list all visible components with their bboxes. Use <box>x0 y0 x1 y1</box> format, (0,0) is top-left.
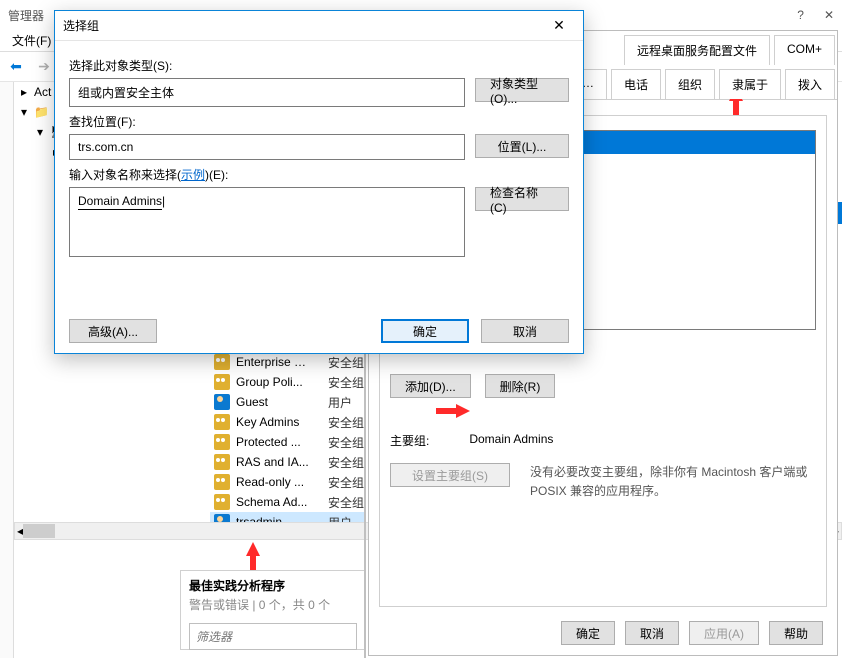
set-primary-group-label: 设置主要组(S) <box>412 467 488 484</box>
tab[interactable]: COM+ <box>774 35 835 65</box>
list-item[interactable]: Key Admins 安全组 <box>210 412 366 432</box>
scroll-thumb[interactable] <box>23 524 55 538</box>
list-item-name: Group Poli... <box>236 375 322 389</box>
primary-group-label: 主要组: <box>390 432 429 449</box>
ok-button[interactable]: 确定 <box>561 621 615 645</box>
dialog-titlebar: 选择组 ✕ <box>55 11 583 41</box>
list-item-name: Read-only ... <box>236 475 322 489</box>
ok-button[interactable]: 确定 <box>381 319 469 343</box>
list-item-name: Guest <box>236 395 322 409</box>
list-item[interactable]: Guest 用户 <box>210 392 366 412</box>
list-item[interactable]: Group Poli... 安全组 <box>210 372 366 392</box>
user-icon <box>214 394 230 410</box>
list-item-name: Schema Ad... <box>236 495 322 509</box>
list-item[interactable]: Read-only ... 安全组 <box>210 472 366 492</box>
bp-filter-input[interactable]: 筛选器 <box>189 623 357 650</box>
bp-subtitle: 警告或错误 | 0 个，共 0 个 <box>181 596 365 619</box>
primary-group-help: 没有必要改变主要组，除非你有 Macintosh 客户端或 POSIX 兼容的应… <box>530 463 816 501</box>
help-icon[interactable]: ? <box>797 8 804 22</box>
list-item-name: RAS and IA... <box>236 455 322 469</box>
nav-forward-icon[interactable]: ➔ <box>32 56 56 78</box>
locations-button[interactable]: 位置(L)... <box>475 134 569 158</box>
dialog-title: 选择组 <box>63 17 99 34</box>
list-item[interactable]: Protected ... 安全组 <box>210 432 366 452</box>
group-icon <box>214 374 230 390</box>
list-item[interactable]: Enterprise … 安全组 <box>210 352 366 372</box>
tab[interactable]: 远程桌面服务配置文件 <box>624 35 770 65</box>
help-button[interactable]: 帮助 <box>769 621 823 645</box>
group-icon <box>214 494 230 510</box>
list-item-type: 安全组 <box>328 414 364 431</box>
prop-buttons: 确定 取消 应用(A) 帮助 <box>369 621 837 645</box>
list-item-type: 安全组 <box>328 494 364 511</box>
arrow-annotation-icon <box>246 542 260 556</box>
names-label: 输入对象名称来选择(示例)(E): <box>69 166 569 183</box>
advanced-button[interactable]: 高级(A)... <box>69 319 157 343</box>
tab[interactable]: 拨入 <box>785 69 835 99</box>
caret-icon[interactable]: ▾ <box>18 105 30 119</box>
list-item-type: 安全组 <box>328 374 364 391</box>
remove-button[interactable]: 删除(R) <box>485 374 556 398</box>
caret-icon[interactable]: ▸ <box>18 85 30 99</box>
set-primary-group-button: 设置主要组(S) <box>390 463 510 487</box>
location-field: trs.com.cn <box>69 134 465 160</box>
cancel-button[interactable]: 取消 <box>481 319 569 343</box>
title-controls: ? ✕ <box>797 8 834 22</box>
add-button-label: 添加(D)... <box>405 378 456 395</box>
bp-title: 最佳实践分析程序 <box>181 571 365 596</box>
add-button[interactable]: 添加(D)... <box>390 374 471 398</box>
left-gutter <box>0 82 14 658</box>
select-group-dialog: 选择组 ✕ 选择此对象类型(S): 组或内置安全主体 对象类型(O)... 查找… <box>54 10 584 354</box>
remove-button-label: 删除(R) <box>500 378 541 395</box>
caret-icon[interactable]: ▾ <box>34 125 46 139</box>
close-icon[interactable]: ✕ <box>824 8 834 22</box>
cancel-button[interactable]: 取消 <box>625 621 679 645</box>
object-names-input[interactable]: Domain Admins| <box>69 187 465 257</box>
main-title: 管理器 <box>8 7 44 24</box>
list-item-name: Key Admins <box>236 415 322 429</box>
apply-button: 应用(A) <box>689 621 759 645</box>
list-item-type: 安全组 <box>328 454 364 471</box>
primary-group-value: Domain Admins <box>469 432 553 449</box>
example-link[interactable]: 示例 <box>181 168 205 182</box>
group-icon <box>214 414 230 430</box>
list-item-type: 安全组 <box>328 434 364 451</box>
close-icon[interactable]: ✕ <box>543 14 575 38</box>
arrow-annotation-icon <box>456 404 470 418</box>
object-names-value: Domain Admins <box>78 194 162 210</box>
list-item-type: 安全组 <box>328 474 364 491</box>
text-cursor: | <box>162 194 165 208</box>
object-type-field: 组或内置安全主体 <box>69 78 465 107</box>
nav-back-icon[interactable]: ⬅ <box>4 56 28 78</box>
list-item-type: 安全组 <box>328 354 364 371</box>
object-types-button[interactable]: 对象类型(O)... <box>475 78 569 102</box>
menu-file[interactable]: 文件(F) <box>12 32 51 49</box>
tree-root-label: Act <box>34 85 51 99</box>
tab[interactable]: 电话 <box>611 69 661 99</box>
group-icon <box>214 454 230 470</box>
tab[interactable]: 组织 <box>665 69 715 99</box>
dialog-body: 选择此对象类型(S): 组或内置安全主体 对象类型(O)... 查找位置(F):… <box>55 41 583 267</box>
group-icon <box>214 354 230 370</box>
list-item-name: Enterprise … <box>236 355 322 369</box>
best-practice-panel: 最佳实践分析程序 警告或错误 | 0 个，共 0 个 筛选器 <box>180 570 366 650</box>
dialog-footer: 高级(A)... 确定 取消 <box>55 319 583 343</box>
check-names-button[interactable]: 检查名称(C) <box>475 187 569 211</box>
users-list: Enterprise …安全组Group Poli...安全组Guest用户Ke… <box>210 352 366 542</box>
tab[interactable]: 隶属于 <box>719 69 781 99</box>
group-icon <box>214 434 230 450</box>
list-item-name: Protected ... <box>236 435 322 449</box>
list-item[interactable]: RAS and IA... 安全组 <box>210 452 366 472</box>
list-item[interactable]: Schema Ad... 安全组 <box>210 492 366 512</box>
folder-icon: 📁 <box>34 105 49 119</box>
list-item-type: 用户 <box>328 394 352 411</box>
group-icon <box>214 474 230 490</box>
location-label: 查找位置(F): <box>69 113 569 130</box>
object-type-label: 选择此对象类型(S): <box>69 57 569 74</box>
